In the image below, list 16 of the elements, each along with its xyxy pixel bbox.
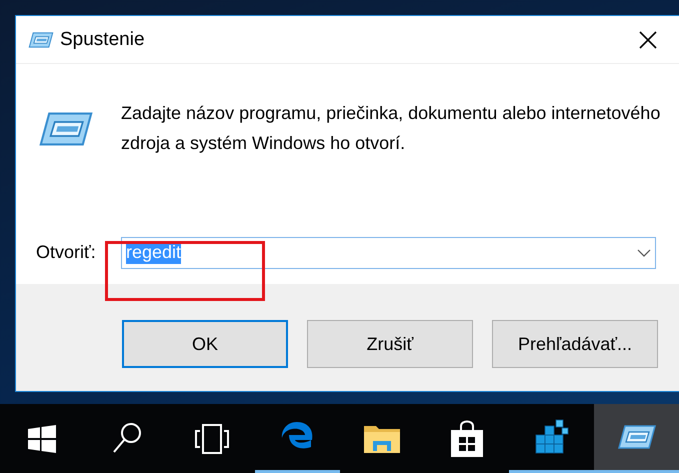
- windows-logo-icon: [28, 424, 56, 452]
- dialog-button[interactable]: Prehľadávať...: [492, 320, 658, 368]
- instruction-text: Zadajte názov programu, priečinka, dokumentu alebo internetového zdroja a systém Windows ho otvorí.: [121, 102, 662, 155]
- run-dialog-icon: [38, 110, 94, 148]
- search-icon: [113, 422, 142, 456]
- dialog-button[interactable]: OK: [122, 320, 288, 368]
- task-view-icon: [195, 424, 230, 454]
- window-title: Spustenie: [60, 28, 145, 50]
- taskbar-button[interactable]: [594, 404, 679, 473]
- run-dialog-icon: [28, 30, 54, 48]
- run-dialog-icon: [616, 423, 657, 451]
- dialog-button[interactable]: Zrušiť: [307, 320, 473, 368]
- open-label: Otvoriť:: [36, 242, 97, 263]
- dropdown-caret-icon[interactable]: [637, 248, 651, 256]
- store-bag-icon: [450, 420, 484, 458]
- registry-cubes-icon: [534, 419, 570, 455]
